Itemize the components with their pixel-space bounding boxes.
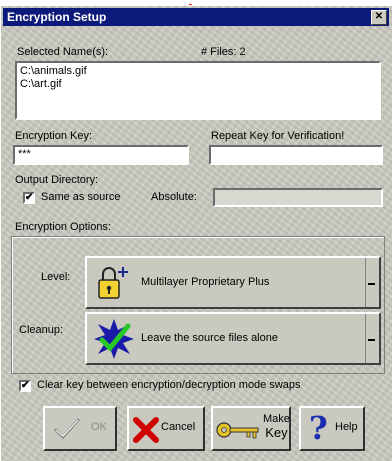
same-as-source-label: Same as source bbox=[41, 191, 121, 203]
cleanup-value: Leave the source files alone bbox=[141, 332, 278, 344]
checkmark-icon: ✔ bbox=[21, 380, 30, 391]
clear-key-checkbox[interactable]: ✔ bbox=[19, 380, 31, 392]
close-icon: ✕ bbox=[374, 11, 384, 22]
file-list-item[interactable]: C:\animals.gif bbox=[17, 65, 379, 78]
selected-names-label: Selected Name(s): bbox=[17, 46, 109, 58]
cancel-x-icon bbox=[133, 417, 159, 443]
level-select[interactable]: Multilayer Proprietary Plus bbox=[85, 256, 381, 309]
level-label: Level: bbox=[41, 271, 71, 283]
files-count-value: 2 bbox=[239, 46, 246, 58]
cancel-button[interactable]: Cancel bbox=[127, 406, 205, 451]
file-list-item[interactable]: C:\art.gif bbox=[17, 78, 379, 91]
level-dropdown-arrow[interactable] bbox=[365, 258, 379, 307]
make-key-button[interactable]: Make Key bbox=[211, 406, 291, 451]
dropdown-arrow-icon bbox=[368, 282, 375, 285]
encryption-setup-dialog: Encryption Setup ✕ Selected Name(s): # F… bbox=[0, 5, 392, 461]
cleanup-label: Cleanup: bbox=[19, 324, 64, 336]
help-question-icon: ? bbox=[309, 409, 328, 447]
encryption-key-label: Encryption Key: bbox=[15, 130, 93, 142]
close-button[interactable]: ✕ bbox=[371, 10, 387, 25]
ok-button-label: OK bbox=[91, 421, 107, 433]
files-count-caption: # Files: bbox=[201, 46, 237, 58]
repeat-key-label: Repeat Key for Verification! bbox=[211, 130, 345, 142]
window-title: Encryption Setup bbox=[7, 10, 107, 24]
repeat-key-field[interactable] bbox=[209, 145, 383, 165]
padlock-plus-icon bbox=[98, 267, 128, 299]
encryption-key-field[interactable]: *** bbox=[13, 145, 189, 165]
help-button-label: Help bbox=[335, 421, 358, 433]
same-as-source-checkbox[interactable]: ✔ bbox=[23, 192, 35, 204]
ok-check-icon bbox=[53, 418, 81, 440]
selected-files-list[interactable]: C:\animals.gif C:\art.gif bbox=[15, 61, 381, 120]
files-count-label: # Files: 2 bbox=[201, 46, 246, 58]
make-key-line2: Key bbox=[265, 425, 288, 440]
level-value: Multilayer Proprietary Plus bbox=[141, 276, 270, 288]
ok-button[interactable]: OK bbox=[43, 406, 117, 451]
cleanup-select[interactable]: Leave the source files alone bbox=[85, 312, 381, 365]
cancel-button-label: Cancel bbox=[161, 421, 196, 433]
make-key-line1: Make bbox=[263, 413, 290, 425]
checkmark-icon: ✔ bbox=[25, 192, 34, 203]
cleanup-dropdown-arrow[interactable] bbox=[365, 314, 379, 363]
dropdown-arrow-icon bbox=[368, 338, 375, 341]
checkmark-burst-icon bbox=[94, 319, 134, 359]
absolute-label: Absolute: bbox=[151, 191, 197, 203]
output-directory-label: Output Directory: bbox=[15, 174, 99, 186]
encryption-key-value: *** bbox=[18, 148, 31, 160]
absolute-path-field[interactable] bbox=[213, 188, 383, 207]
key-icon bbox=[216, 422, 259, 439]
help-button[interactable]: ? Help bbox=[299, 406, 365, 451]
make-key-button-label: Make Key bbox=[263, 412, 290, 440]
encryption-options-label: Encryption Options: bbox=[15, 221, 111, 233]
title-bar: Encryption Setup ✕ bbox=[3, 8, 389, 26]
clear-key-label: Clear key between encryption/decryption … bbox=[37, 379, 301, 391]
